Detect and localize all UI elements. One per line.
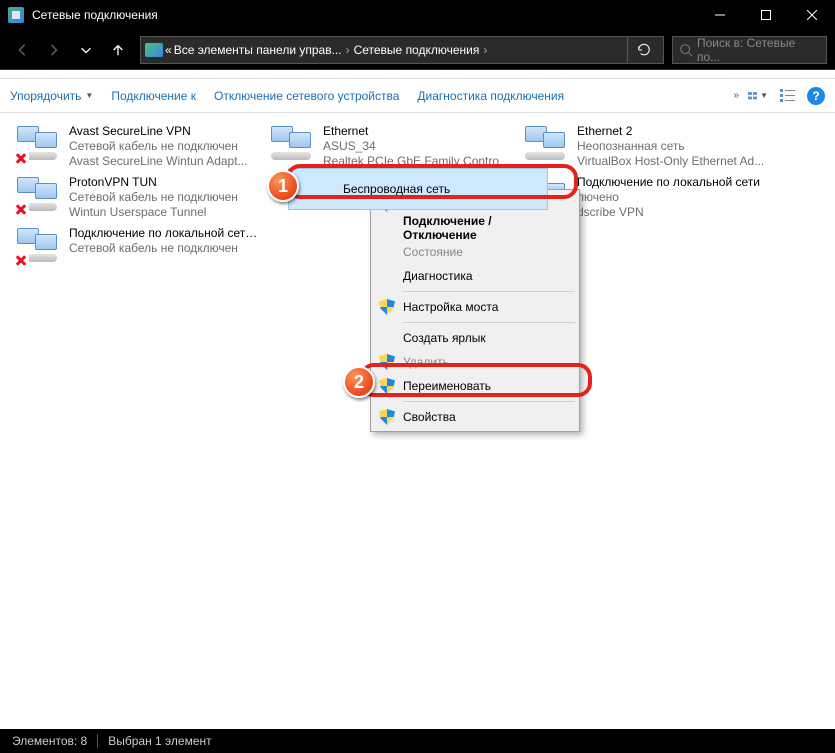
more-commands[interactable]: » xyxy=(733,90,739,101)
forward-button[interactable] xyxy=(40,36,68,64)
menu-separator xyxy=(403,322,575,323)
network-icon xyxy=(15,226,63,266)
menu-separator xyxy=(403,401,575,402)
connection-item[interactable]: ProtonVPN TUN Сетевой кабель не подключе… xyxy=(12,172,266,223)
organize-button[interactable]: Упорядочить▼ xyxy=(10,89,93,103)
disconnected-icon xyxy=(13,252,29,268)
help-button[interactable]: ? xyxy=(807,87,825,105)
search-placeholder: Поиск в: Сетевые по... xyxy=(697,36,820,64)
menu-connect-disconnect[interactable]: Подключение / Отключение xyxy=(373,216,577,240)
callout-1: 1 xyxy=(267,170,299,202)
network-connections-window: Сетевые подключения « Все элементы панел… xyxy=(0,0,835,753)
navigation-bar: « Все элементы панели управ... › Сетевые… xyxy=(0,30,835,70)
view-large-button[interactable]: ▼ xyxy=(747,85,769,107)
search-input[interactable]: Поиск в: Сетевые по... xyxy=(672,36,827,64)
menu-status[interactable]: Состояние xyxy=(373,240,577,264)
connection-item[interactable]: Ethernet 2 Неопознанная сеть VirtualBox … xyxy=(520,121,774,172)
network-icon xyxy=(523,124,571,164)
wifi-icon xyxy=(293,171,337,207)
back-button[interactable] xyxy=(8,36,36,64)
connection-item[interactable]: Avast SecureLine VPN Сетевой кабель не п… xyxy=(12,121,266,172)
shield-icon xyxy=(379,299,395,315)
maximize-button[interactable] xyxy=(743,0,789,30)
disconnected-icon xyxy=(13,201,29,217)
context-menu: Отключить Подключение / Отключение Состо… xyxy=(370,189,580,432)
recent-dropdown[interactable] xyxy=(72,36,100,64)
status-item-count: Элементов: 8 xyxy=(12,734,87,748)
network-icon xyxy=(15,175,63,215)
window-title: Сетевые подключения xyxy=(32,8,697,22)
menu-separator xyxy=(403,291,575,292)
close-button[interactable] xyxy=(789,0,835,30)
breadcrumb-separator: › xyxy=(481,43,489,57)
breadcrumb-prefix: « xyxy=(165,43,172,57)
network-icon xyxy=(269,124,317,164)
disconnected-icon xyxy=(13,150,29,166)
refresh-button[interactable] xyxy=(627,36,659,64)
status-selected: Выбран 1 элемент xyxy=(108,734,211,748)
breadcrumb-part[interactable]: Сетевые подключения xyxy=(354,43,480,57)
shield-icon xyxy=(379,409,395,425)
breadcrumb-part[interactable]: Все элементы панели управ... xyxy=(174,43,342,57)
network-icon xyxy=(15,124,63,164)
menu-rename[interactable]: Переименовать xyxy=(373,374,577,398)
connection-item[interactable]: Ethernet ASUS_34 Realtek PCIe GbE Family… xyxy=(266,121,520,172)
folder-icon xyxy=(145,43,163,57)
up-button[interactable] xyxy=(104,36,132,64)
breadcrumb-separator: › xyxy=(344,43,352,57)
address-bar[interactable]: « Все элементы панели управ... › Сетевые… xyxy=(140,36,664,64)
menu-diagnostics[interactable]: Диагностика xyxy=(373,264,577,288)
content-area: Avast SecureLine VPN Сетевой кабель не п… xyxy=(0,113,835,729)
status-bar: Элементов: 8 Выбран 1 элемент xyxy=(0,729,835,753)
connect-to-button[interactable]: Подключение к xyxy=(111,89,196,103)
view-details-button[interactable] xyxy=(777,85,799,107)
menu-bridge[interactable]: Настройка моста xyxy=(373,295,577,319)
diagnose-button[interactable]: Диагностика подключения xyxy=(417,89,564,103)
connection-item[interactable]: Подключение по локальной сети 2 Сетевой … xyxy=(12,223,266,269)
connection-name: Беспроводная сеть xyxy=(343,182,450,196)
menu-properties[interactable]: Свойства xyxy=(373,405,577,429)
minimize-button[interactable] xyxy=(697,0,743,30)
shield-icon xyxy=(379,354,395,370)
menu-shortcut[interactable]: Создать ярлык xyxy=(373,326,577,350)
connection-item-wireless[interactable]: Беспроводная сеть xyxy=(288,168,548,210)
status-separator xyxy=(97,734,98,748)
command-bar: Упорядочить▼ Подключение к Отключение се… xyxy=(0,78,835,113)
menu-delete[interactable]: Удалить xyxy=(373,350,577,374)
app-icon xyxy=(8,7,24,23)
shield-icon xyxy=(379,378,395,394)
titlebar: Сетевые подключения xyxy=(0,0,835,30)
disable-device-button[interactable]: Отключение сетевого устройства xyxy=(214,89,399,103)
callout-2: 2 xyxy=(343,366,375,398)
